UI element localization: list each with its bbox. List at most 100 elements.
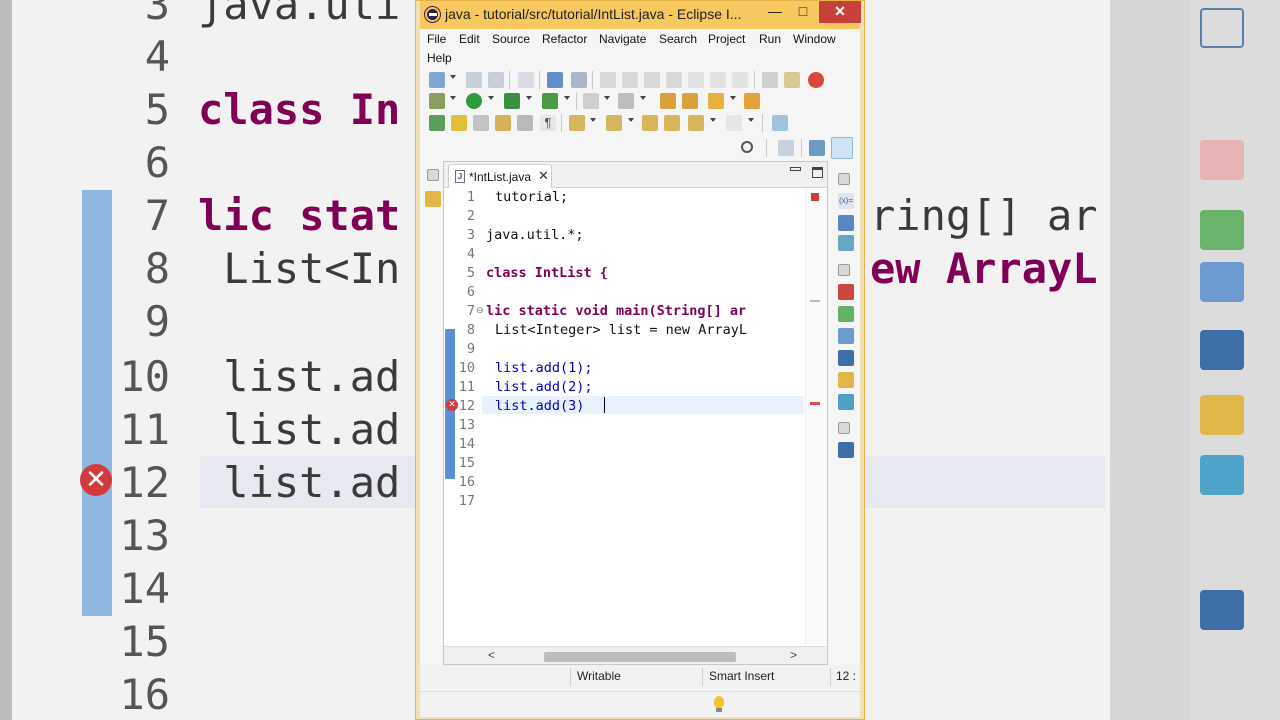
download-icon[interactable] <box>838 394 854 410</box>
disconnect-icon[interactable] <box>666 72 682 88</box>
open-task-icon[interactable] <box>744 93 760 109</box>
link-icon[interactable] <box>473 115 489 131</box>
profile-icon[interactable] <box>618 93 634 109</box>
chevron-down-icon[interactable] <box>710 118 716 122</box>
console-icon[interactable] <box>547 72 563 88</box>
search-icon[interactable] <box>741 141 753 153</box>
last-edit-icon[interactable] <box>642 115 658 131</box>
open-type-icon[interactable] <box>660 93 676 109</box>
chevron-down-icon[interactable] <box>628 118 634 122</box>
expressions-icon[interactable] <box>838 235 854 251</box>
restore-view-icon[interactable] <box>838 422 850 434</box>
overview-ruler[interactable] <box>805 189 827 644</box>
next-edit-icon[interactable] <box>664 115 680 131</box>
outline-icon[interactable] <box>838 284 854 300</box>
open-perspective-icon[interactable] <box>778 140 794 156</box>
scroll-right-icon[interactable]: > <box>790 648 797 662</box>
status-insert-mode[interactable]: Smart Insert <box>709 669 774 683</box>
lightbulb-icon[interactable] <box>714 696 724 712</box>
minimize-button[interactable]: — <box>762 1 788 23</box>
menu-run[interactable]: Run <box>759 32 781 46</box>
debug-perspective-icon[interactable] <box>831 137 853 159</box>
menu-edit[interactable]: Edit <box>459 32 480 46</box>
overview-error-marker[interactable] <box>810 402 820 405</box>
menu-search[interactable]: Search <box>659 32 697 46</box>
suspend-icon[interactable] <box>622 72 638 88</box>
fold-toggle-icon[interactable]: ⊖ <box>476 305 484 316</box>
chevron-down-icon[interactable] <box>564 96 570 100</box>
chevron-down-icon[interactable] <box>730 96 736 100</box>
maximize-button[interactable]: □ <box>790 1 816 23</box>
breakpoints-icon[interactable] <box>838 215 854 231</box>
variables-icon[interactable]: (x)= <box>838 193 854 209</box>
code-editor[interactable]: 1 tutorial; 2 3 java.util.*; 4 5 class IntL… <box>444 189 804 629</box>
menu-project[interactable]: Project <box>708 32 745 46</box>
close-button[interactable]: ✕ <box>819 1 861 23</box>
run-icon[interactable] <box>466 93 482 109</box>
search-task-icon[interactable] <box>708 93 724 109</box>
step-into-icon[interactable] <box>688 72 704 88</box>
overview-marker[interactable] <box>810 300 820 302</box>
menu-window[interactable]: Window <box>793 32 836 46</box>
terminate-icon[interactable] <box>644 72 660 88</box>
java-view-icon[interactable] <box>838 328 854 344</box>
minimize-editor-icon[interactable] <box>790 167 801 171</box>
step-return-icon[interactable] <box>732 72 748 88</box>
display-icon[interactable] <box>838 350 854 366</box>
git-icon[interactable] <box>838 372 854 388</box>
tab-intlist-java[interactable]: J *IntList.java ✕ <box>448 164 552 188</box>
menu-file[interactable]: File <box>427 32 446 46</box>
error-icon[interactable]: ✕ <box>446 399 458 411</box>
maximize-editor-icon[interactable] <box>812 167 823 178</box>
chevron-down-icon[interactable] <box>604 96 610 100</box>
task-list-icon[interactable] <box>495 115 511 131</box>
previous-annotation-icon[interactable] <box>606 115 622 131</box>
horizontal-scrollbar[interactable]: < > <box>444 646 827 664</box>
save-icon[interactable] <box>466 72 482 88</box>
resume-icon[interactable] <box>600 72 616 88</box>
debug-run-icon[interactable] <box>808 72 824 88</box>
menu-navigate[interactable]: Navigate <box>599 32 646 46</box>
open-resource-icon[interactable] <box>682 93 698 109</box>
stop-icon[interactable] <box>583 93 599 109</box>
chevron-down-icon[interactable] <box>640 96 646 100</box>
task-list-view-icon[interactable] <box>838 306 854 322</box>
menu-source[interactable]: Source <box>492 32 530 46</box>
scrollbar-thumb[interactable] <box>544 652 736 662</box>
new-icon[interactable] <box>429 72 445 88</box>
toggle-block-icon[interactable] <box>517 115 533 131</box>
chevron-down-icon[interactable] <box>488 96 494 100</box>
close-tab-icon[interactable]: ✕ <box>538 168 549 184</box>
chevron-down-icon[interactable] <box>590 118 596 122</box>
save-all-icon[interactable] <box>488 72 504 88</box>
debug-icon[interactable] <box>429 93 445 109</box>
java-perspective-icon[interactable] <box>809 140 825 156</box>
annotation-icon[interactable] <box>429 115 445 131</box>
pin-editor-icon[interactable] <box>772 115 788 131</box>
pilcrow-icon[interactable]: ¶ <box>540 115 556 131</box>
highlight-icon[interactable] <box>451 115 467 131</box>
chevron-down-icon[interactable] <box>748 118 754 122</box>
forward-arrow-icon[interactable] <box>726 115 742 131</box>
chevron-down-icon[interactable] <box>450 75 456 79</box>
restore-view-icon[interactable] <box>838 264 850 276</box>
chevron-down-icon[interactable] <box>450 96 456 100</box>
console-view-icon[interactable] <box>838 442 854 458</box>
error-summary-icon[interactable] <box>811 193 819 201</box>
back-arrow-icon[interactable] <box>688 115 704 131</box>
external-tools-icon[interactable] <box>542 93 558 109</box>
binary-icon[interactable] <box>518 72 534 88</box>
chevron-down-icon[interactable] <box>526 96 532 100</box>
restore-view-icon[interactable] <box>838 173 850 185</box>
step-over-icon[interactable] <box>710 72 726 88</box>
drop-to-frame-icon[interactable] <box>762 72 778 88</box>
menu-help[interactable]: Help <box>427 51 452 65</box>
restore-view-icon[interactable] <box>427 169 439 181</box>
menu-refactor[interactable]: Refactor <box>542 32 587 46</box>
title-bar[interactable]: java - tutorial/src/tutorial/IntList.jav… <box>420 1 861 29</box>
skip-breakpoints-icon[interactable] <box>571 72 587 88</box>
next-annotation-icon[interactable] <box>569 115 585 131</box>
scroll-left-icon[interactable]: < <box>488 648 495 662</box>
coverage-icon[interactable] <box>504 93 520 109</box>
package-explorer-icon[interactable] <box>425 191 441 207</box>
